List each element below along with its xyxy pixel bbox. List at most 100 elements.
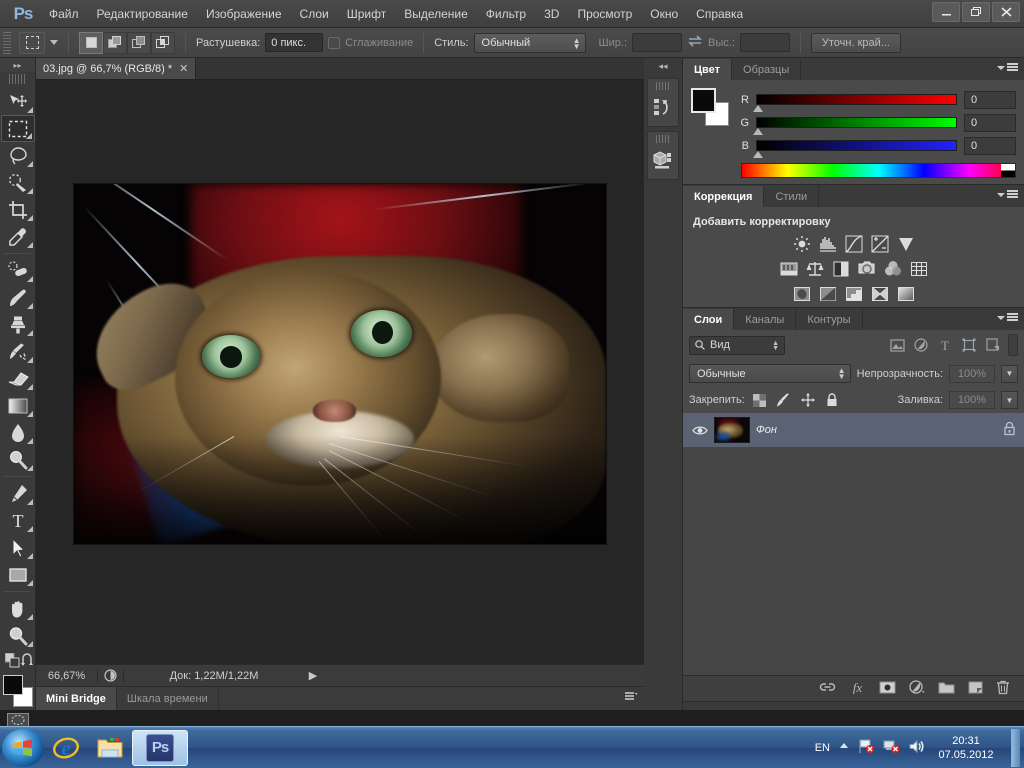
- adjustments-panel-menu-icon[interactable]: [997, 190, 1018, 199]
- subtract-from-selection-button[interactable]: [127, 31, 151, 54]
- menu-item-9[interactable]: Окно: [641, 3, 687, 25]
- selective-color-icon[interactable]: [896, 284, 915, 303]
- channel-r-thumb[interactable]: [753, 105, 763, 112]
- start-orb-icon[interactable]: [2, 728, 44, 767]
- tab-channels[interactable]: Каналы: [734, 309, 797, 330]
- dodge-tool[interactable]: [1, 446, 35, 473]
- swap-arrows-icon[interactable]: [687, 34, 703, 51]
- fill-value[interactable]: 100%: [949, 391, 995, 409]
- history-brush-tool[interactable]: [1, 338, 35, 365]
- tool-preset-chevron-down-icon[interactable]: [50, 40, 58, 45]
- tools-grip[interactable]: [9, 74, 26, 84]
- invert-icon[interactable]: [792, 284, 811, 303]
- layer-filter-select[interactable]: Вид ▲ ▼: [689, 335, 785, 355]
- action-center-flag-icon[interactable]: [858, 738, 875, 757]
- swap-colors-icon[interactable]: [20, 653, 35, 671]
- status-menu-arrow-icon[interactable]: ▶: [304, 669, 322, 682]
- channel-r-value[interactable]: 0: [964, 90, 1016, 109]
- menu-item-8[interactable]: Просмотр: [568, 3, 641, 25]
- new-group-icon[interactable]: [938, 681, 955, 697]
- levels-icon[interactable]: [818, 234, 837, 253]
- lock-position-icon[interactable]: [799, 391, 817, 409]
- color-panel-foreground-swatch[interactable]: [691, 88, 716, 113]
- filter-toggle-icon[interactable]: [1008, 334, 1018, 356]
- color-spectrum-ramp[interactable]: [741, 163, 1016, 178]
- language-indicator[interactable]: EN: [815, 742, 830, 754]
- lasso-tool[interactable]: [1, 142, 35, 169]
- feather-input[interactable]: 0 пикс.: [265, 33, 324, 52]
- fill-chevron-down-icon[interactable]: ▼: [1001, 391, 1018, 409]
- document-tab[interactable]: 03.jpg @ 66,7% (RGB/8) * ✕: [36, 58, 197, 79]
- delete-layer-icon[interactable]: [996, 680, 1010, 698]
- quick-selection-tool[interactable]: [1, 169, 35, 196]
- filter-adjustment-icon[interactable]: [912, 336, 930, 354]
- new-selection-button[interactable]: [79, 31, 103, 54]
- foreground-background-colors[interactable]: [1, 675, 35, 709]
- tab-paths[interactable]: Контуры: [796, 309, 863, 330]
- rectangular-marquee-tool[interactable]: [1, 115, 35, 142]
- lock-all-icon[interactable]: [823, 391, 841, 409]
- eraser-tool[interactable]: [1, 365, 35, 392]
- channel-r-slider[interactable]: [753, 94, 957, 112]
- layer-name[interactable]: Фон: [756, 424, 997, 436]
- tab-styles[interactable]: Стили: [764, 186, 820, 207]
- color-balance-icon[interactable]: [805, 259, 824, 278]
- tab-color[interactable]: Цвет: [683, 59, 733, 80]
- image-canvas[interactable]: [73, 183, 607, 545]
- tab-layers[interactable]: Слои: [683, 309, 735, 330]
- menu-item-3[interactable]: Слои: [291, 3, 338, 25]
- tool-preset-picker[interactable]: [19, 31, 45, 54]
- network-icon[interactable]: [883, 738, 900, 757]
- rectangle-tool[interactable]: [1, 561, 35, 588]
- menu-item-4[interactable]: Шрифт: [338, 3, 395, 25]
- menu-item-7[interactable]: 3D: [535, 3, 568, 25]
- layers-panel-menu-icon[interactable]: [997, 313, 1018, 322]
- clone-stamp-tool[interactable]: [1, 311, 35, 338]
- options-bar-grip[interactable]: [3, 31, 11, 54]
- canvas-viewport[interactable]: [36, 80, 644, 686]
- posterize-icon[interactable]: [818, 284, 837, 303]
- spectrum-white-black-swatch[interactable]: [1001, 164, 1015, 177]
- layer-style-icon[interactable]: fx: [849, 680, 866, 697]
- filter-pixel-icon[interactable]: [888, 336, 906, 354]
- refine-edge-button[interactable]: Уточн. край...: [810, 32, 901, 53]
- 3d-panel-icon[interactable]: [648, 146, 678, 174]
- pen-tool[interactable]: [1, 480, 35, 507]
- dock-group-3d[interactable]: [647, 131, 679, 180]
- channel-g-thumb[interactable]: [753, 128, 763, 135]
- black-white-icon[interactable]: [831, 259, 850, 278]
- move-tool[interactable]: [1, 88, 35, 115]
- opacity-chevron-down-icon[interactable]: ▼: [1001, 364, 1018, 383]
- menu-item-6[interactable]: Фильтр: [477, 3, 535, 25]
- tab-adjustments[interactable]: Коррекция: [683, 186, 765, 207]
- channel-mixer-icon[interactable]: [883, 259, 902, 278]
- tab-mini-bridge[interactable]: Mini Bridge: [36, 687, 117, 710]
- vibrance-icon[interactable]: [896, 234, 915, 253]
- dock-collapse-button[interactable]: ◂◂: [644, 58, 682, 74]
- zoom-level-field[interactable]: 66,67%: [36, 669, 98, 682]
- layer-row-background[interactable]: Фон: [683, 413, 1024, 447]
- color-panel-menu-icon[interactable]: [997, 63, 1018, 72]
- tab-swatches[interactable]: Образцы: [732, 59, 802, 80]
- height-input[interactable]: [739, 33, 790, 52]
- channel-g-slider[interactable]: [753, 117, 957, 135]
- new-layer-icon[interactable]: [968, 681, 983, 697]
- crop-tool[interactable]: [1, 196, 35, 223]
- curves-icon[interactable]: [844, 234, 863, 253]
- filter-smartobject-icon[interactable]: [984, 336, 1002, 354]
- taskbar-clock[interactable]: 20:31 07.05.2012: [933, 734, 999, 762]
- bottom-panel-menu-icon[interactable]: [625, 692, 638, 705]
- gradient-map-icon[interactable]: [870, 284, 889, 303]
- internet-explorer-icon[interactable]: e: [44, 729, 88, 767]
- lock-image-icon[interactable]: [775, 391, 793, 409]
- channel-b-slider[interactable]: [753, 140, 957, 158]
- path-selection-tool[interactable]: [1, 534, 35, 561]
- menu-item-5[interactable]: Выделение: [395, 3, 477, 25]
- brightness-contrast-icon[interactable]: [792, 234, 811, 253]
- brush-tool[interactable]: [1, 284, 35, 311]
- eye-icon[interactable]: [691, 425, 708, 436]
- opacity-value[interactable]: 100%: [949, 364, 995, 383]
- minimize-button[interactable]: [932, 2, 960, 22]
- channel-b-thumb[interactable]: [753, 151, 763, 158]
- channel-b-value[interactable]: 0: [964, 136, 1016, 155]
